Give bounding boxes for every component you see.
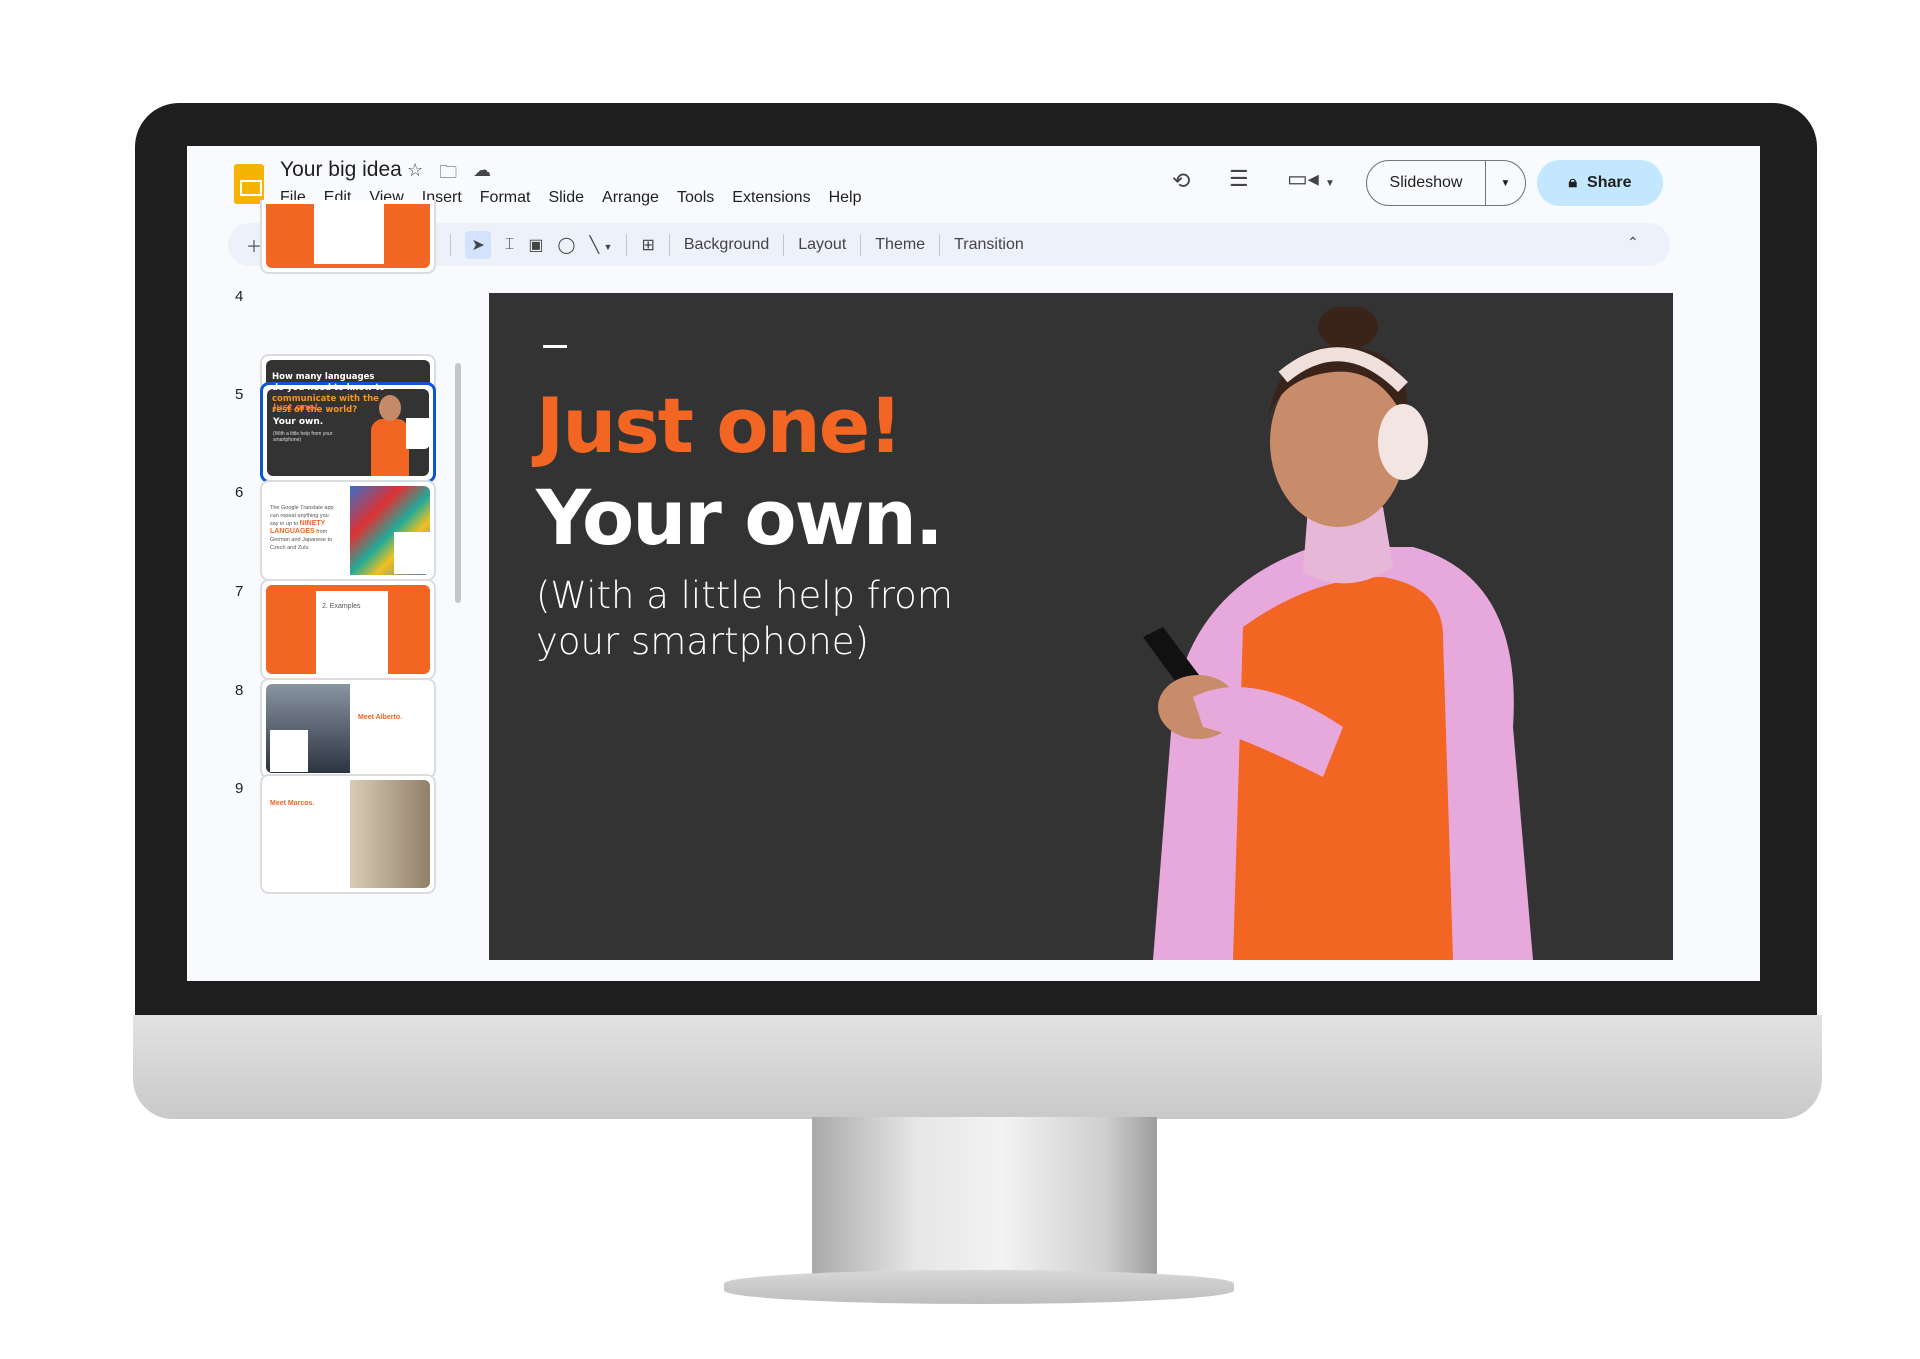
slide-number: 5 — [235, 386, 244, 403]
comments-icon[interactable]: ☰ — [1229, 166, 1249, 192]
line-icon[interactable]: ╲ ▼ — [589, 235, 612, 255]
transition-button[interactable]: Transition — [954, 236, 1024, 254]
woman-with-headphones-image — [1143, 307, 1533, 960]
slide-thumbnail-7[interactable]: 2. Examples — [260, 579, 436, 680]
slide-canvas[interactable]: Just one! Your own. (With a little help … — [489, 293, 1673, 960]
menu-tools[interactable]: Tools — [677, 189, 714, 207]
slide-title[interactable]: Just one! — [536, 381, 903, 470]
photo-image — [350, 780, 430, 888]
menu-format[interactable]: Format — [480, 189, 531, 207]
slide-number: 4 — [235, 288, 244, 305]
slideshow-dropdown-icon[interactable]: ▼ — [1485, 161, 1525, 205]
slide-thumbnail-6[interactable]: The Google Translate app can repeat anyt… — [260, 480, 436, 581]
slide-number: 7 — [235, 583, 244, 600]
select-cursor-icon[interactable]: ➤ — [465, 230, 491, 259]
add-comment-icon[interactable]: ⊞ — [641, 235, 654, 255]
slideshow-button[interactable]: Slideshow ▼ — [1366, 160, 1526, 206]
image-icon[interactable]: ▣ — [528, 235, 543, 255]
menu-extensions[interactable]: Extensions — [732, 189, 810, 207]
menu-arrange[interactable]: Arrange — [602, 189, 659, 207]
star-icon[interactable]: ☆ — [407, 160, 423, 190]
meet-camera-icon[interactable]: ▭◂ ▼ — [1287, 166, 1335, 192]
layout-button[interactable]: Layout — [798, 236, 846, 254]
background-button[interactable]: Background — [684, 236, 769, 254]
slide-body[interactable]: (With a little help from your smartphone… — [536, 573, 1006, 665]
filmstrip-scrollbar[interactable] — [455, 363, 461, 603]
thumb-highlight: communicate with the rest of the world? — [272, 394, 379, 415]
monitor-base — [724, 1270, 1234, 1304]
text-box-icon[interactable]: ⌶ — [505, 236, 515, 254]
menu-help[interactable]: Help — [829, 189, 862, 207]
slide-thumbnail-9[interactable]: Meet Marcos. — [260, 774, 436, 894]
slide-thumbnail-3[interactable] — [260, 200, 436, 274]
person-image — [371, 419, 409, 476]
thumb-title: Meet Alberto. — [358, 714, 403, 721]
cloud-saved-icon[interactable]: ☁ — [473, 160, 491, 190]
thumb-title: Meet Marcos. — [270, 800, 315, 807]
thumb-subtitle: Your own. — [273, 417, 324, 427]
slide-number: 8 — [235, 682, 244, 699]
share-label: Share — [1587, 174, 1632, 191]
lock-icon: 🔒︎ — [1568, 174, 1578, 191]
shape-icon[interactable]: ◯ — [558, 235, 576, 255]
thumb-body: (With a little help from your smartphone… — [273, 431, 333, 443]
toolbar: ＋ ▼ ↶ ↷ ⎙ ⌷ ⊕ ▼ ➤ ⌶ ▣ ◯ ╲ ▼ ⊞ Background… — [228, 223, 1670, 266]
slides-app-window: Your big idea ☆ 🗀 ☁ File Edit View Inser… — [187, 146, 1760, 981]
monitor-chin — [133, 1015, 1822, 1119]
slide-number: 9 — [235, 780, 244, 797]
slide-thumbnail-8[interactable]: Meet Alberto. — [260, 678, 436, 779]
slide-dash-decoration — [543, 345, 567, 348]
share-button[interactable]: 🔒︎ Share — [1537, 160, 1663, 206]
document-title[interactable]: Your big idea — [280, 158, 402, 182]
thumb-text: How many languages do you need to know t… — [272, 372, 386, 393]
note-paper-image — [406, 418, 430, 449]
slide-subtitle[interactable]: Your own. — [536, 473, 944, 562]
collapse-toolbar-icon[interactable]: ⌃ — [1627, 234, 1639, 251]
menu-slide[interactable]: Slide — [548, 189, 584, 207]
slides-logo-icon[interactable] — [234, 164, 264, 204]
thumb-title: 2. Examples — [322, 603, 361, 610]
slideshow-label[interactable]: Slideshow — [1367, 174, 1485, 192]
theme-button[interactable]: Theme — [875, 236, 925, 254]
move-folder-icon[interactable]: 🗀 — [439, 160, 457, 190]
version-history-icon[interactable]: ⟲ — [1172, 168, 1190, 194]
slide-number: 6 — [235, 484, 244, 501]
monitor-stand — [812, 1117, 1157, 1287]
